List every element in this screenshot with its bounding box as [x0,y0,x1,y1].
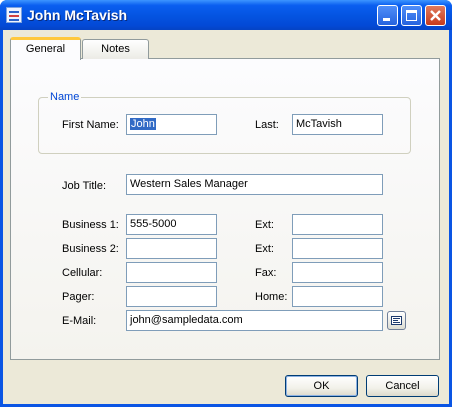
last-name-field[interactable]: McTavish [292,114,383,135]
job-title-label: Job Title: [62,180,107,192]
ok-button[interactable]: OK [285,375,358,397]
minimize-icon [383,18,390,21]
cellular-label: Cellular: [62,267,103,279]
first-name-field[interactable]: John [126,114,217,135]
close-icon [430,10,441,21]
business2-field[interactable] [126,238,217,259]
fax-label: Fax: [255,267,277,279]
ext2-field[interactable] [292,238,383,259]
minimize-button[interactable] [377,5,398,26]
maximize-button[interactable] [401,5,422,26]
contact-card-icon [6,7,22,23]
fax-field[interactable] [292,262,383,283]
dialog-window: John McTavish General Notes [0,0,452,407]
pager-field[interactable] [126,286,217,307]
tab-general[interactable]: General [10,37,81,60]
business1-field[interactable]: 555-5000 [126,214,217,235]
email-label: E-Mail: [62,315,97,327]
first-name-label: First Name: [62,119,119,131]
home-field[interactable] [292,286,383,307]
tab-notes[interactable]: Notes [82,39,149,59]
home-label: Home: [255,291,288,303]
job-title-field[interactable]: Western Sales Manager [126,174,383,195]
ext1-field[interactable] [292,214,383,235]
name-group-legend: Name [48,91,82,103]
maximize-icon [406,10,417,21]
address-book-button[interactable] [387,311,406,330]
ext2-label: Ext: [255,243,274,255]
first-name-value: John [130,118,156,130]
cancel-button[interactable]: Cancel [366,375,439,397]
business2-label: Business 2: [62,243,119,255]
title-bar[interactable]: John McTavish [0,0,452,30]
address-card-icon [391,316,402,325]
window-title: John McTavish [27,7,128,23]
pager-label: Pager: [62,291,95,303]
cellular-field[interactable] [126,262,217,283]
close-button[interactable] [425,5,446,26]
business1-label: Business 1: [62,219,119,231]
email-field[interactable]: john@sampledata.com [126,310,383,331]
last-name-label: Last: [255,119,279,131]
ext1-label: Ext: [255,219,274,231]
